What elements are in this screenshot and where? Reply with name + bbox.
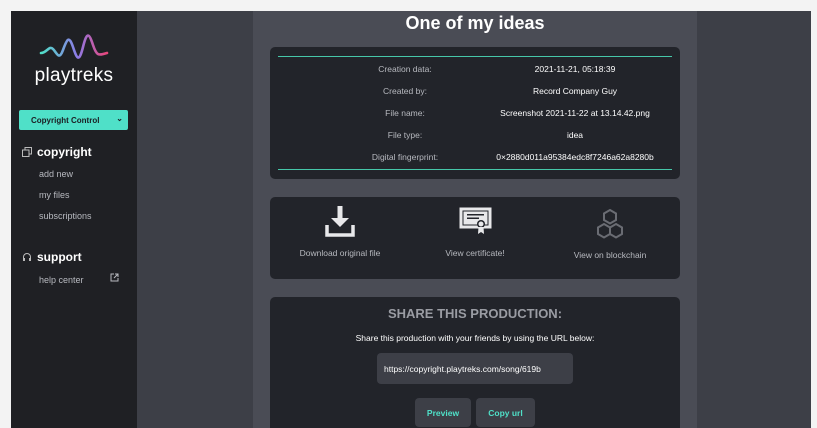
info-label: Digital fingerprint: — [371, 152, 439, 162]
preview-button[interactable]: Preview — [415, 398, 471, 427]
file-info-card: Creation data: 2021-11-21, 05:18:39 Crea… — [270, 47, 680, 179]
sidebar-section-support: support — [21, 250, 82, 264]
main-content: One of my ideas Creation data: 2021-11-2… — [253, 11, 697, 428]
info-row: Creation data: 2021-11-21, 05:18:39 — [270, 64, 680, 78]
view-on-blockchain-button[interactable]: View on blockchain — [542, 197, 678, 279]
sidebar-section-copyright: copyright — [21, 145, 92, 159]
chevron-down-icon: ⌄ — [116, 114, 123, 123]
share-url-field[interactable]: https://copyright.playtreks.com/song/619… — [377, 353, 573, 384]
download-icon — [325, 206, 355, 237]
sidebar-item-add-new[interactable]: add new — [39, 169, 73, 179]
brand-name: playtreks — [34, 65, 114, 86]
info-value: Screenshot 2021-11-22 at 13.14.42.png — [500, 108, 650, 118]
info-value: idea — [566, 130, 584, 140]
right-background — [697, 11, 811, 428]
service-dropdown[interactable]: Copyright Control ⌄ — [19, 110, 128, 130]
share-title: SHARE THIS PRODUCTION: — [387, 306, 563, 321]
external-link-icon[interactable] — [110, 273, 119, 282]
download-original-button[interactable]: Download original file — [272, 197, 408, 279]
copy-url-button[interactable]: Copy url — [476, 398, 535, 427]
blockchain-label: View on blockchain — [573, 250, 647, 260]
info-value: Record Company Guy — [532, 86, 618, 96]
sidebar: playtreks Copyright Control ⌄ copyright … — [11, 11, 137, 428]
copyright-files-icon — [21, 147, 32, 158]
info-value: 0×2880d011a95384edc8f7246a62a8280b — [496, 152, 654, 162]
playtreks-logo-icon — [39, 34, 109, 59]
sidebar-section-title: copyright — [37, 145, 92, 159]
download-label: Download original file — [299, 248, 381, 258]
info-row: Digital fingerprint: 0×2880d011a95384edc… — [270, 152, 680, 166]
sidebar-item-help-center[interactable]: help center — [39, 275, 84, 285]
info-label: Creation data: — [378, 64, 432, 74]
sidebar-section-title: support — [37, 250, 82, 264]
page-title: One of my ideas — [405, 13, 545, 33]
view-certificate-button[interactable]: View certificate! — [407, 197, 543, 279]
share-card: SHARE THIS PRODUCTION: Share this produc… — [270, 297, 680, 428]
info-label: File name: — [385, 108, 425, 118]
sidebar-item-my-files[interactable]: my files — [39, 190, 70, 200]
info-row: File type: idea — [270, 130, 680, 144]
certificate-icon — [459, 207, 492, 234]
blockchain-icon — [597, 209, 623, 239]
info-label: File type: — [387, 130, 423, 140]
info-row: File name: Screenshot 2021-11-22 at 13.1… — [270, 108, 680, 122]
certificate-label: View certificate! — [445, 248, 505, 258]
divider — [278, 169, 672, 170]
divider — [278, 56, 672, 57]
file-actions-card: Download original file View certificate! — [270, 197, 680, 279]
share-description: Share this production with your friends … — [355, 333, 595, 343]
service-dropdown-value: Copyright Control — [31, 115, 100, 125]
app-window: playtreks Copyright Control ⌄ copyright … — [11, 11, 811, 428]
info-row: Created by: Record Company Guy — [270, 86, 680, 100]
sidebar-item-subscriptions[interactable]: subscriptions — [39, 211, 92, 221]
info-label: Created by: — [383, 86, 427, 96]
headset-icon — [21, 252, 32, 263]
info-value: 2021-11-21, 05:18:39 — [534, 64, 616, 74]
